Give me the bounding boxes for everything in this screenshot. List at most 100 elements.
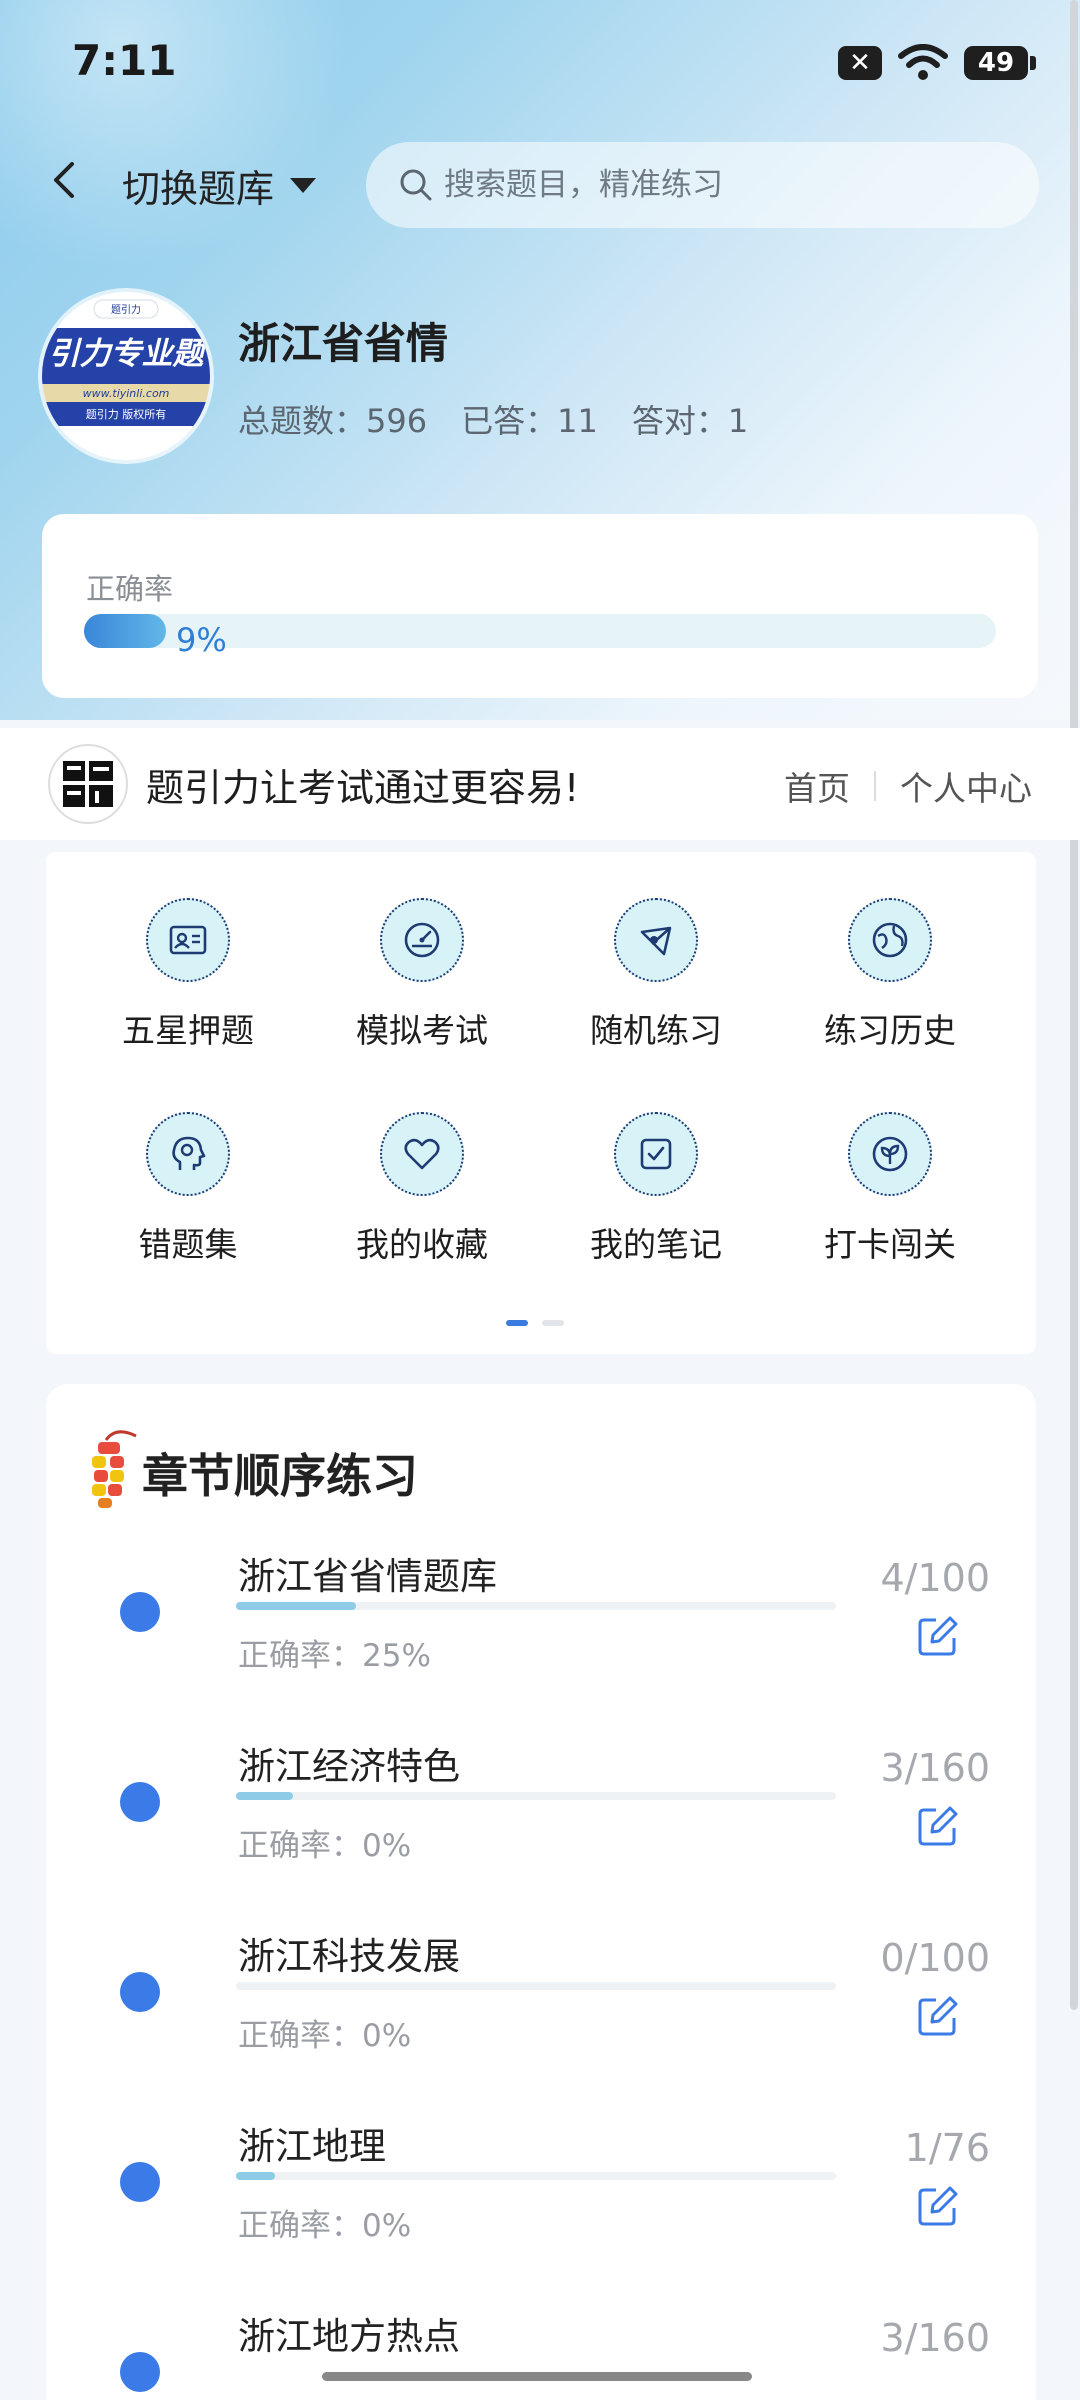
- correct-count: 答对：1: [631, 402, 749, 440]
- chapter-count: 4/100: [880, 1556, 990, 1600]
- firecracker-icon: [92, 1430, 137, 1508]
- globe-icon: [848, 898, 932, 982]
- chapter-row[interactable]: 浙江地方热点 3/160: [46, 2306, 1036, 2400]
- chapter-progress-bar: [236, 1982, 836, 1990]
- answered-count: 已答：11: [461, 402, 598, 440]
- switch-bank-dropdown[interactable]: 切换题库: [122, 158, 317, 213]
- feature-label: 模拟考试: [356, 1011, 488, 1050]
- feature-five-star[interactable]: 五星押题: [88, 898, 288, 1052]
- leaf-icon: [848, 1112, 932, 1196]
- edit-icon[interactable]: [916, 1994, 960, 2038]
- chapter-progress-fill: [236, 1792, 293, 1800]
- wifi-icon: [898, 44, 948, 80]
- chapter-row[interactable]: 浙江省省情题库 正确率：25% 4/100: [46, 1546, 1036, 1736]
- search-input[interactable]: [442, 166, 1006, 204]
- feature-wrong-questions[interactable]: 错题集: [88, 1112, 288, 1266]
- banner-links: 首页 个人中心: [784, 762, 1032, 810]
- chapter-accuracy: 正确率：0%: [238, 2018, 412, 2054]
- edit-icon[interactable]: [916, 1614, 960, 1658]
- chapter-progress-bar: [236, 1602, 836, 1610]
- feature-label: 随机练习: [590, 1011, 722, 1050]
- battery-icon: 49: [964, 46, 1036, 80]
- edit-icon[interactable]: [916, 1804, 960, 1848]
- feature-label: 我的笔记: [590, 1225, 722, 1264]
- avatar-brand-top: 题引力: [111, 303, 141, 316]
- accuracy-progress-fill: [84, 614, 166, 648]
- chapter-accuracy: 正确率：25%: [238, 1638, 431, 1674]
- feature-practice-history[interactable]: 练习历史: [790, 898, 990, 1052]
- chapter-count: 3/160: [880, 1746, 990, 1790]
- brand-logo-icon: [48, 744, 128, 824]
- accuracy-value: 9%: [176, 621, 227, 659]
- chapter-progress-fill: [236, 2172, 275, 2180]
- feature-grid: 五星押题 模拟考试 随机练习 练习历史 错题集 我的收藏 我的笔记 打卡闯关: [46, 852, 1036, 1354]
- feature-label: 错题集: [138, 1225, 238, 1264]
- personal-center-link[interactable]: 个人中心: [900, 762, 1032, 810]
- feature-random-practice[interactable]: 随机练习: [556, 898, 756, 1052]
- avatar-url: www.tiyinli.com: [83, 387, 170, 400]
- feature-label: 打卡闯关: [824, 1225, 956, 1264]
- switch-bank-label: 切换题库: [122, 167, 275, 211]
- bank-stats: 总题数：596 已答：11 答对：1: [238, 396, 748, 442]
- chapter-progress-bar: [236, 1792, 836, 1800]
- feature-checkin[interactable]: 打卡闯关: [790, 1112, 990, 1266]
- total-count: 总题数：596: [238, 402, 428, 440]
- chapter-row[interactable]: 浙江地理 正确率：0% 1/76: [46, 2116, 1036, 2306]
- chapter-name: 浙江省省情题库: [238, 1555, 497, 1598]
- bank-logo-image: 题引力 引力专业题 www.tiyinli.com 题引力 版权所有: [42, 292, 210, 460]
- chapter-progress-fill: [236, 1602, 356, 1610]
- search-bar[interactable]: [366, 142, 1039, 228]
- accuracy-card: 正确率 9%: [42, 514, 1038, 698]
- status-dot: [120, 1782, 160, 1822]
- feature-label: 练习历史: [824, 1011, 956, 1050]
- bank-title: 浙江省省情: [238, 319, 449, 368]
- chapter-count: 3/160: [880, 2316, 990, 2360]
- bank-avatar: 题引力 引力专业题 www.tiyinli.com 题引力 版权所有: [42, 292, 210, 460]
- chapter-practice-card: 章节顺序练习 浙江省省情题库 正确率：25% 4/100 浙江经济特色 正确率：…: [46, 1384, 1036, 2400]
- home-indicator[interactable]: [322, 2372, 752, 2381]
- checkbox-icon: [614, 1112, 698, 1196]
- status-dot: [120, 2162, 160, 2202]
- status-dot: [120, 2352, 160, 2392]
- edit-icon[interactable]: [916, 2184, 960, 2228]
- chapter-name: 浙江地理: [238, 2125, 386, 2168]
- page-dot: [542, 1320, 564, 1326]
- promo-banner: 题引力让考试通过更容易! 首页 个人中心: [0, 728, 1080, 840]
- heart-icon: [380, 1112, 464, 1196]
- status-dot: [120, 1972, 160, 2012]
- divider: [874, 771, 876, 801]
- chapter-count: 0/100: [880, 1936, 990, 1980]
- feature-label: 五星押题: [122, 1011, 254, 1050]
- home-link[interactable]: 首页: [784, 762, 850, 810]
- feature-notes[interactable]: 我的笔记: [556, 1112, 756, 1266]
- page-dot-active: [506, 1320, 528, 1326]
- feature-mock-exam[interactable]: 模拟考试: [322, 898, 522, 1052]
- head-icon: [146, 1112, 230, 1196]
- status-dot: [120, 1592, 160, 1632]
- chapter-accuracy: 正确率：0%: [238, 2208, 412, 2244]
- back-arrow-icon[interactable]: [46, 160, 86, 200]
- banner-slogan: 题引力让考试通过更容易!: [146, 765, 580, 810]
- page-indicator: [506, 1320, 564, 1326]
- feature-favorites[interactable]: 我的收藏: [322, 1112, 522, 1266]
- gauge-icon: [380, 898, 464, 982]
- status-icons: ✕ 49: [838, 44, 1036, 82]
- chapter-section-title: 章节顺序练习: [142, 1449, 418, 1503]
- chapter-count: 1/76: [904, 2126, 990, 2170]
- notification-x-icon: ✕: [838, 46, 882, 80]
- avatar-banner-text: 引力专业题: [49, 336, 210, 372]
- chapter-row[interactable]: 浙江经济特色 正确率：0% 3/160: [46, 1736, 1036, 1926]
- caret-down-icon: [290, 178, 317, 193]
- chapter-row[interactable]: 浙江科技发展 正确率：0% 0/100: [46, 1926, 1036, 2116]
- accuracy-label: 正确率: [86, 572, 174, 606]
- chapter-name: 浙江科技发展: [238, 1935, 460, 1978]
- chapter-name: 浙江经济特色: [238, 1745, 460, 1788]
- chapter-progress-bar: [236, 2172, 836, 2180]
- search-icon: [400, 169, 432, 201]
- chapter-accuracy: 正确率：0%: [238, 1828, 412, 1864]
- feature-label: 我的收藏: [356, 1225, 488, 1264]
- avatar-copyright: 题引力 版权所有: [86, 407, 167, 421]
- network-icon: [614, 898, 698, 982]
- scrollbar[interactable]: [1070, 0, 1078, 2010]
- status-time: 7:11: [72, 36, 177, 85]
